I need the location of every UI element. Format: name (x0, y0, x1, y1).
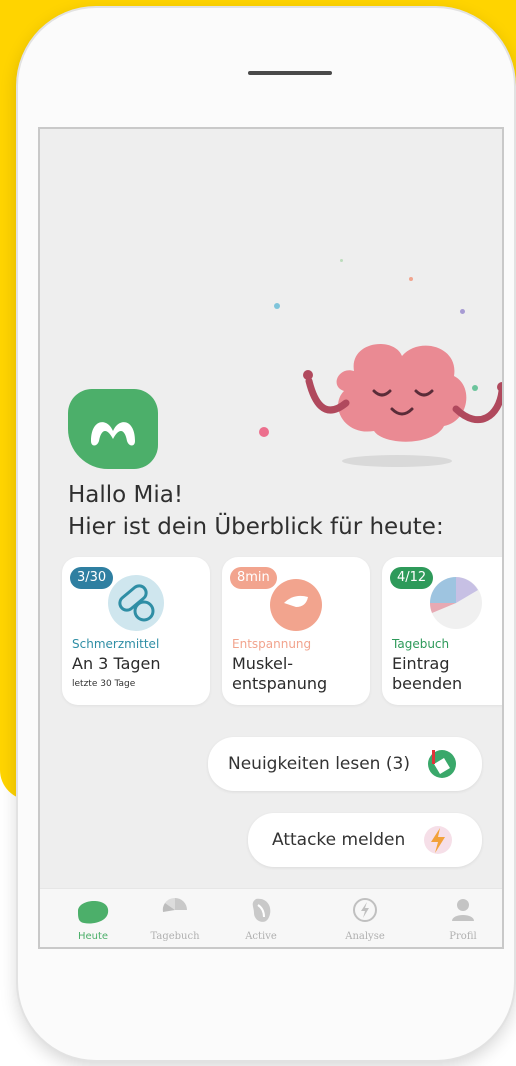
greeting-name: Hallo Mia! (68, 482, 184, 508)
profil-icon (452, 899, 474, 921)
card-title: Muskel- entspanung (232, 654, 327, 694)
diary-progress-icon (430, 577, 482, 629)
lightning-icon (424, 826, 453, 854)
active-icon (252, 898, 271, 922)
decor-dot (409, 277, 413, 281)
report-attack-label: Attacke melden (272, 830, 406, 850)
speaker-grille (248, 71, 332, 75)
card-title-line: beenden (392, 674, 463, 693)
card-title-line: Muskel- (232, 654, 294, 673)
greeting: Hallo Mia! Hier ist dein Überblick für h… (68, 479, 444, 543)
card-title: An 3 Tagen (72, 654, 161, 673)
greeting-subtitle: Hier ist dein Überblick für heute: (68, 514, 444, 540)
tab-heute[interactable]: Heute (58, 895, 128, 942)
tab-label: Tagebuch (150, 931, 200, 942)
tab-label: Heute (77, 931, 109, 942)
pill-icon (108, 575, 164, 631)
tab-label: Analyse (345, 931, 385, 942)
tab-active[interactable]: Active (226, 895, 296, 942)
decor-dot (340, 259, 343, 262)
card-badge: 3/30 (70, 567, 114, 589)
news-button-label: Neuigkeiten lesen (3) (228, 754, 410, 774)
meditating-brain-icon (303, 344, 502, 442)
tab-label: Active (245, 931, 277, 942)
card-title: Eintrag beenden (392, 654, 462, 694)
card-category: Schmerzmittel (72, 637, 160, 651)
tab-label: Profil (449, 931, 477, 942)
card-schmerzmittel[interactable]: 3/30 Schmerzmittel An 3 Tagen letzte 30 … (62, 557, 210, 705)
card-category: Tagebuch (392, 637, 450, 651)
card-tagebuch[interactable]: 4/12 Tagebuch Eintrag beenden (382, 557, 502, 705)
tagebuch-icon (162, 897, 187, 912)
heute-icon (78, 900, 109, 924)
bottom-tab-bar: Heute Tagebuch Active Analyse Profil (40, 888, 502, 947)
infinity-logo-icon (91, 422, 135, 446)
card-subtitle: letzte 30 Tage (72, 679, 136, 689)
card-entspannung[interactable]: 8min Entspannung Muskel- entspanung (222, 557, 370, 705)
report-attack-button[interactable]: Attacke melden (248, 813, 482, 867)
tab-analyse[interactable]: Analyse (330, 895, 400, 942)
tab-profil[interactable]: Profil (428, 895, 498, 942)
app-logo (68, 389, 158, 469)
card-badge: 8min (230, 567, 277, 589)
card-title-line: entspanung (232, 674, 328, 693)
news-icon (427, 750, 456, 778)
app-screen: Hallo Mia! Hier ist dein Überblick für h… (38, 127, 504, 949)
card-category: Entspannung (232, 637, 312, 651)
card-title-line: Eintrag (392, 654, 450, 673)
analyse-icon (353, 898, 377, 922)
decor-dot (259, 427, 269, 437)
news-button[interactable]: Neuigkeiten lesen (3) (208, 737, 482, 791)
card-badge: 4/12 (390, 567, 434, 589)
decor-dot (460, 309, 465, 314)
decor-dot (274, 303, 280, 309)
tab-tagebuch[interactable]: Tagebuch (140, 895, 210, 942)
